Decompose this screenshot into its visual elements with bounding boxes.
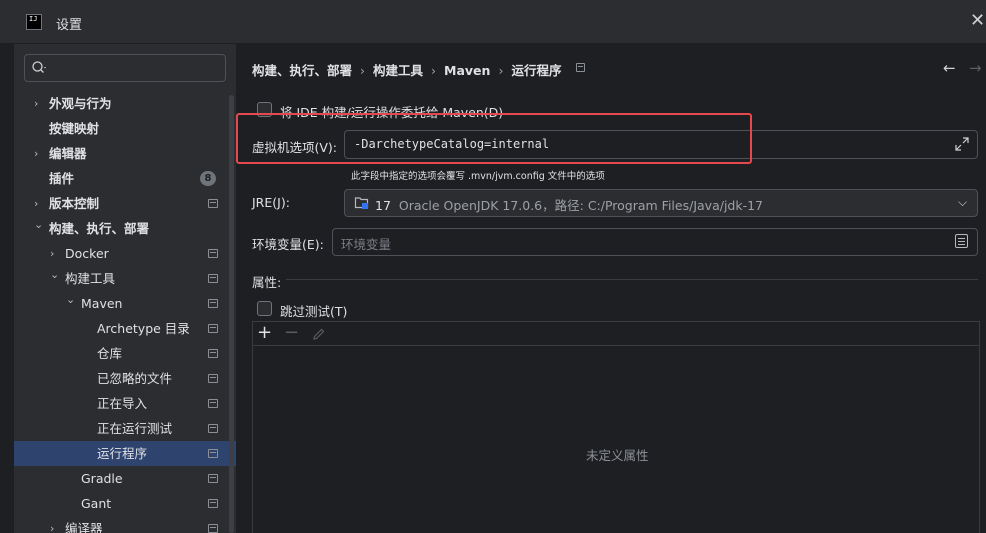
chevron-down-icon[interactable]: ⌄: [66, 287, 76, 312]
sidebar-item[interactable]: ⌄ 构建工具: [14, 266, 236, 291]
app-logo-icon: IJ: [26, 14, 42, 30]
sidebar-item[interactable]: Archetype 目录: [14, 316, 236, 341]
jre-label: JRE(J):: [252, 195, 290, 210]
breadcrumb-separator: ›: [431, 63, 437, 78]
browse-env-icon[interactable]: [955, 234, 968, 248]
skip-tests-checkbox[interactable]: [257, 301, 272, 316]
sidebar-scrollbar[interactable]: [229, 95, 234, 533]
sidebar-item-label: 已忽略的文件: [97, 371, 173, 386]
project-scope-icon: [208, 499, 218, 508]
project-scope-icon: [208, 474, 218, 483]
sidebar-item[interactable]: 已忽略的文件: [14, 366, 236, 391]
sidebar-item-label: 外观与行为: [49, 96, 112, 111]
empty-properties-text: 未定义属性: [586, 448, 649, 463]
sidebar-item[interactable]: 正在导入: [14, 391, 236, 416]
sidebar-item[interactable]: › 编辑器: [14, 141, 236, 166]
project-scope-icon: [208, 349, 218, 358]
breadcrumb: 构建、执行、部署 › 构建工具 › Maven › 运行程序: [252, 60, 561, 79]
project-scope-icon: [208, 274, 218, 283]
breadcrumb-separator: ›: [498, 63, 504, 78]
sidebar-item-label: Maven: [81, 296, 123, 311]
sidebar-item[interactable]: Gant: [14, 491, 236, 516]
folder-icon: [354, 197, 369, 209]
sidebar-item-label: 插件: [49, 171, 75, 186]
forward-arrow-icon[interactable]: →: [969, 59, 982, 77]
sidebar-item-label: Gant: [81, 496, 112, 511]
project-scope-icon: [208, 199, 218, 208]
window-edge: [0, 44, 14, 533]
sidebar-item-label: 编译器: [65, 521, 103, 533]
chevron-down-icon[interactable]: ⌵: [958, 195, 967, 210]
chevron-right-icon[interactable]: ›: [50, 516, 60, 533]
search-icon: [32, 61, 46, 73]
project-scope-icon: [208, 249, 218, 258]
remove-icon[interactable]: −: [284, 322, 299, 344]
env-vars-placeholder: 环境变量: [341, 237, 392, 252]
env-vars-input[interactable]: [332, 228, 978, 256]
search-input[interactable]: [24, 54, 226, 82]
title-bar: [0, 0, 986, 44]
sidebar-item-selected[interactable]: 运行程序: [14, 441, 236, 466]
vm-options-hint: 此字段中指定的选项会覆写 .mvn/jvm.config 文件中的选项: [351, 171, 605, 182]
chevron-right-icon[interactable]: ›: [34, 91, 44, 116]
close-icon[interactable]: ✕: [970, 12, 985, 30]
sidebar-item[interactable]: › 编译器: [14, 516, 236, 533]
breadcrumb-item[interactable]: 构建、执行、部署: [252, 63, 352, 78]
back-arrow-icon[interactable]: ←: [943, 59, 956, 77]
sidebar-item-label: 编辑器: [49, 146, 87, 161]
sidebar-item[interactable]: › Docker: [14, 241, 236, 266]
update-count-badge: 8: [200, 171, 216, 186]
sidebar-item-label: Gradle: [81, 471, 123, 486]
sidebar-item-label: 构建、执行、部署: [49, 221, 150, 236]
add-icon[interactable]: +: [257, 322, 272, 344]
project-scope-icon: [576, 63, 585, 72]
properties-label: 属性:: [252, 275, 282, 290]
project-scope-icon: [208, 449, 218, 458]
chevron-right-icon[interactable]: ›: [34, 141, 44, 166]
window-title: 设置: [56, 18, 83, 33]
sidebar-item-label: 运行程序: [97, 446, 148, 461]
project-scope-icon: [208, 324, 218, 333]
sidebar-item-label: 按键映射: [49, 121, 100, 136]
properties-table: [252, 321, 980, 533]
jre-description: Oracle OpenJDK 17.0.6，路径: C:/Program Fil…: [398, 198, 764, 213]
env-vars-label: 环境变量(E):: [252, 237, 324, 252]
project-scope-icon: [208, 524, 218, 533]
sidebar-item-label: 版本控制: [49, 196, 100, 211]
sidebar-item-label: Archetype 目录: [97, 321, 190, 336]
sidebar-item[interactable]: ⌄ 构建、执行、部署: [14, 216, 236, 241]
properties-toolbar: [253, 322, 979, 346]
vm-options-label: 虚拟机选项(V):: [252, 137, 338, 156]
project-scope-icon: [208, 374, 218, 383]
sidebar-item[interactable]: › 外观与行为: [14, 91, 236, 116]
sidebar-item-label: Docker: [65, 246, 109, 261]
project-scope-icon: [208, 424, 218, 433]
sidebar-item[interactable]: 按键映射: [14, 116, 236, 141]
edit-icon[interactable]: [312, 327, 326, 341]
chevron-down-icon[interactable]: ⌄: [34, 212, 44, 237]
sidebar-item[interactable]: 插件 8: [14, 166, 236, 191]
breadcrumb-current: 运行程序: [511, 63, 562, 78]
expand-icon[interactable]: [954, 136, 970, 152]
sidebar-item[interactable]: ⌄ Maven: [14, 291, 236, 316]
sidebar-item-label: 正在导入: [97, 396, 148, 411]
sidebar-item[interactable]: 仓库: [14, 341, 236, 366]
sidebar-item[interactable]: Gradle: [14, 466, 236, 491]
chevron-down-icon[interactable]: ⌄: [50, 262, 60, 287]
project-scope-icon: [208, 299, 218, 308]
sidebar-item[interactable]: 正在运行测试: [14, 416, 236, 441]
separator-line: [286, 279, 978, 280]
breadcrumb-item[interactable]: Maven: [444, 63, 490, 78]
sidebar-item-label: 仓库: [97, 346, 123, 361]
breadcrumb-item[interactable]: 构建工具: [373, 63, 423, 78]
jre-selected-value: 17 Oracle OpenJDK 17.0.6，路径: C:/Program …: [375, 195, 763, 214]
breadcrumb-separator: ›: [360, 63, 366, 78]
jre-version: 17: [375, 198, 391, 213]
sidebar-item-label: 正在运行测试: [97, 421, 173, 436]
project-scope-icon: [208, 399, 218, 408]
sidebar-item[interactable]: › 版本控制: [14, 191, 236, 216]
skip-tests-label: 跳过测试(T): [280, 304, 348, 319]
